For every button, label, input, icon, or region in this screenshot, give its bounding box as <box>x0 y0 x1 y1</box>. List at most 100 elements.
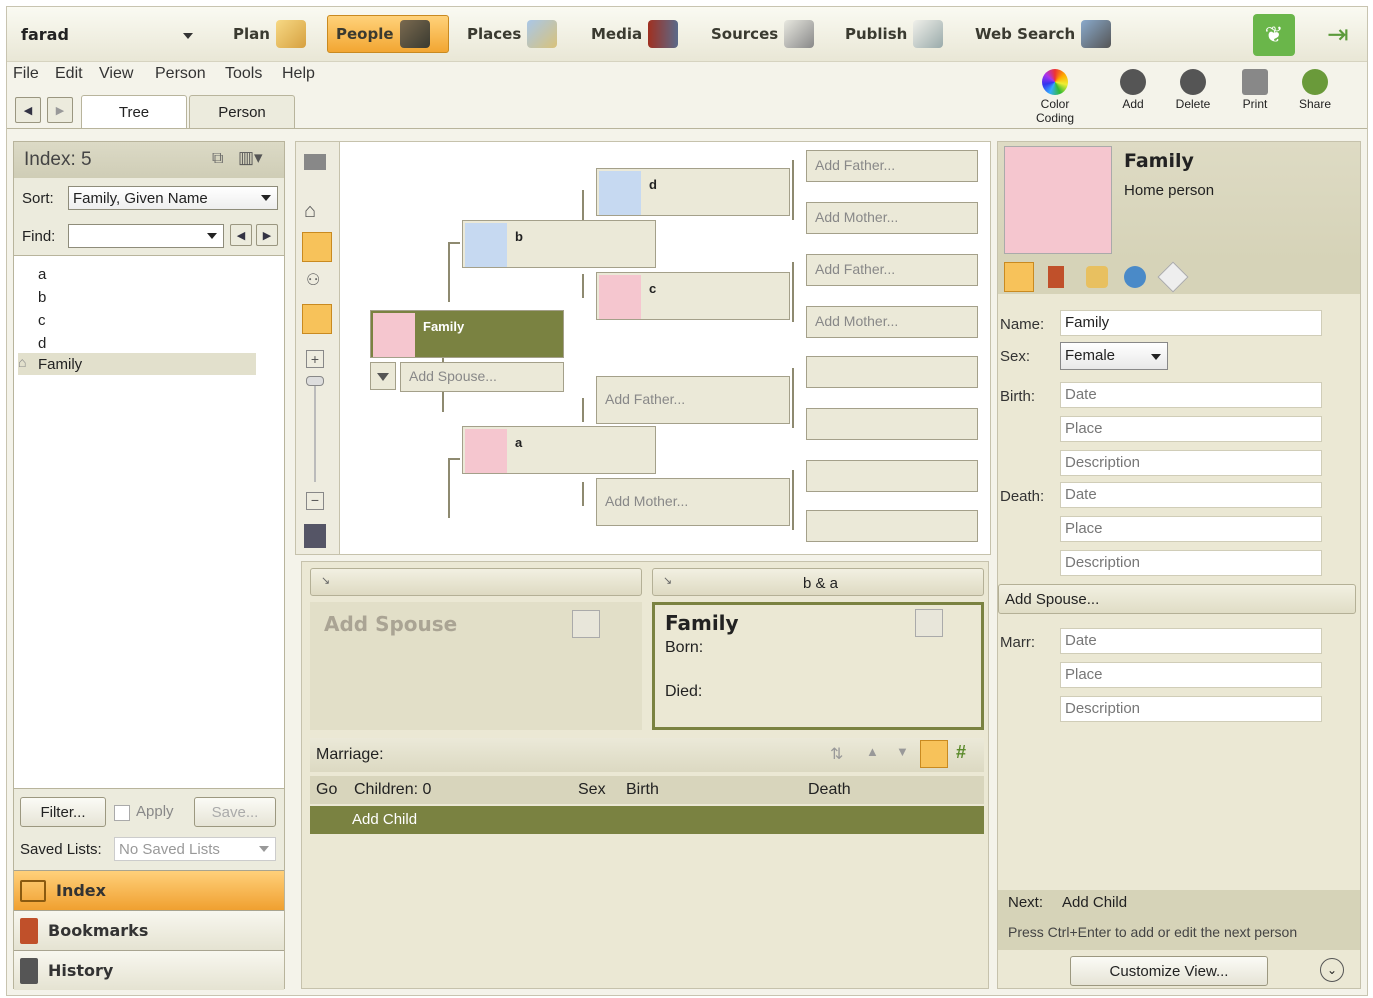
add-spouse-card[interactable]: Add Spouse <box>310 602 642 730</box>
back-button[interactable]: ◀ <box>15 97 41 123</box>
columns-icon[interactable]: ▥▾ <box>238 148 263 168</box>
spouse-expand-button[interactable] <box>370 362 396 390</box>
nav-plan[interactable]: Plan <box>225 15 314 53</box>
expand-icon[interactable]: ↘ <box>321 574 330 587</box>
index-item[interactable]: b <box>38 289 46 306</box>
grandmother-box[interactable]: c <box>596 272 790 320</box>
person-icon[interactable] <box>915 609 943 637</box>
marriage-date-field[interactable]: Date <box>1060 628 1322 654</box>
forward-button[interactable]: ▶ <box>47 97 73 123</box>
find-prev-button[interactable]: ◀ <box>230 224 252 246</box>
sort-children-icon[interactable]: ⇅ <box>830 744 843 764</box>
root-person-box[interactable]: Family <box>370 310 564 358</box>
index-item[interactable]: a <box>38 266 46 283</box>
nav-publish[interactable]: Publish <box>837 15 951 53</box>
father-box[interactable]: b <box>462 220 656 268</box>
menu-file[interactable]: File <box>13 65 39 83</box>
find-input[interactable] <box>68 224 224 248</box>
find-next-button[interactable]: ▶ <box>256 224 278 246</box>
add-mother-box[interactable]: Add Mother... <box>806 306 978 338</box>
birth-date-field[interactable]: Date <box>1060 382 1322 408</box>
apply-checkbox[interactable] <box>114 805 130 821</box>
share-button[interactable]: Share <box>1285 69 1345 111</box>
collapse-panel-icon[interactable]: ⇥ <box>1327 19 1349 50</box>
home-icon[interactable]: ⌂ <box>304 200 316 223</box>
add-father-box[interactable]: Add Father... <box>596 376 790 424</box>
mother-box[interactable]: a <box>462 426 656 474</box>
label-icon[interactable] <box>1157 261 1189 293</box>
tab-person[interactable]: Person <box>189 95 295 129</box>
nav-people[interactable]: People <box>327 15 449 53</box>
empty-ancestor-box[interactable] <box>806 356 978 388</box>
edit-icon[interactable] <box>1004 262 1034 292</box>
nav-places[interactable]: Places <box>459 15 565 53</box>
user-name[interactable]: farad <box>21 25 69 44</box>
empty-ancestor-box[interactable] <box>806 460 978 492</box>
death-place-field[interactable]: Place <box>1060 516 1322 542</box>
expand-icon[interactable]: ↘ <box>663 574 672 587</box>
add-spouse-box[interactable]: Add Spouse... <box>400 362 564 392</box>
add-spouse-button[interactable]: Add Spouse... <box>998 584 1356 614</box>
death-description-field[interactable]: Description <box>1060 550 1322 576</box>
expand-down-icon[interactable]: ⌄ <box>1320 958 1344 982</box>
sex-select[interactable]: Female <box>1060 342 1168 370</box>
navigator-icon[interactable] <box>304 524 326 548</box>
menu-help[interactable]: Help <box>282 65 315 83</box>
delete-button[interactable]: Delete <box>1163 69 1223 111</box>
marriage-description-field[interactable]: Description <box>1060 696 1322 722</box>
person-card[interactable]: Family Born: Died: <box>652 602 984 730</box>
person-view-icon[interactable] <box>302 304 332 334</box>
grid-icon[interactable]: # <box>956 742 966 763</box>
birth-description-field[interactable]: Description <box>1060 450 1322 476</box>
grandfather-box[interactable]: d <box>596 168 790 216</box>
add-child-row[interactable]: Add Child <box>310 806 984 834</box>
nav-media[interactable]: Media <box>583 15 686 53</box>
swap-icon[interactable] <box>920 740 948 768</box>
save-button[interactable]: Save... <box>194 797 276 827</box>
add-father-box[interactable]: Add Father... <box>806 150 978 182</box>
index-options-icon[interactable]: ⧉ <box>212 150 223 168</box>
print-button[interactable]: Print <box>1225 69 1285 111</box>
birth-place-field[interactable]: Place <box>1060 416 1322 442</box>
nav-web-search[interactable]: Web Search <box>967 15 1119 53</box>
nav-sources[interactable]: Sources <box>703 15 822 53</box>
sort-select[interactable]: Family, Given Name <box>68 186 278 210</box>
pedigree-view-icon[interactable] <box>302 232 332 262</box>
zoom-in-icon[interactable]: + <box>306 350 324 368</box>
family-view-icon[interactable]: ⚇ <box>306 270 320 290</box>
add-button[interactable]: Add <box>1103 69 1163 111</box>
menu-tools[interactable]: Tools <box>225 65 262 83</box>
menu-person[interactable]: Person <box>155 65 206 83</box>
index-item-selected[interactable]: ⌂ Family <box>18 353 256 375</box>
color-coding-button[interactable]: Color Coding <box>1025 69 1085 125</box>
menu-view[interactable]: View <box>99 65 133 83</box>
sidebar-item-index[interactable]: Index <box>14 870 284 910</box>
notes-icon[interactable] <box>1048 266 1064 288</box>
death-date-field[interactable]: Date <box>1060 482 1322 508</box>
index-item[interactable]: d <box>38 335 46 352</box>
empty-ancestor-box[interactable] <box>806 510 978 542</box>
name-field[interactable]: Family <box>1060 310 1322 336</box>
empty-ancestor-box[interactable] <box>806 408 978 440</box>
saved-lists-select[interactable]: No Saved Lists <box>114 837 276 861</box>
zoom-slider-handle[interactable] <box>306 376 324 386</box>
tag-icon[interactable] <box>1086 266 1108 288</box>
tab-tree[interactable]: Tree <box>81 95 187 129</box>
add-father-box[interactable]: Add Father... <box>806 254 978 286</box>
customize-view-button[interactable]: Customize View... <box>1070 956 1268 986</box>
person-icon[interactable] <box>572 610 600 638</box>
filter-button[interactable]: Filter... <box>20 797 106 827</box>
globe-icon[interactable] <box>1124 266 1146 288</box>
user-dropdown-icon[interactable] <box>183 33 193 39</box>
move-up-icon[interactable]: ▲ <box>866 744 879 759</box>
marriage-place-field[interactable]: Place <box>1060 662 1322 688</box>
add-mother-box[interactable]: Add Mother... <box>596 478 790 526</box>
sidebar-item-bookmarks[interactable]: Bookmarks <box>14 910 284 950</box>
add-mother-box[interactable]: Add Mother... <box>806 202 978 234</box>
zoom-out-icon[interactable]: − <box>306 492 324 510</box>
index-item[interactable]: c <box>38 312 46 329</box>
sidebar-item-history[interactable]: History <box>14 950 284 990</box>
tree-menu-icon[interactable] <box>304 154 326 170</box>
female-avatar-icon[interactable] <box>1004 146 1112 254</box>
move-down-icon[interactable]: ▼ <box>896 744 909 759</box>
